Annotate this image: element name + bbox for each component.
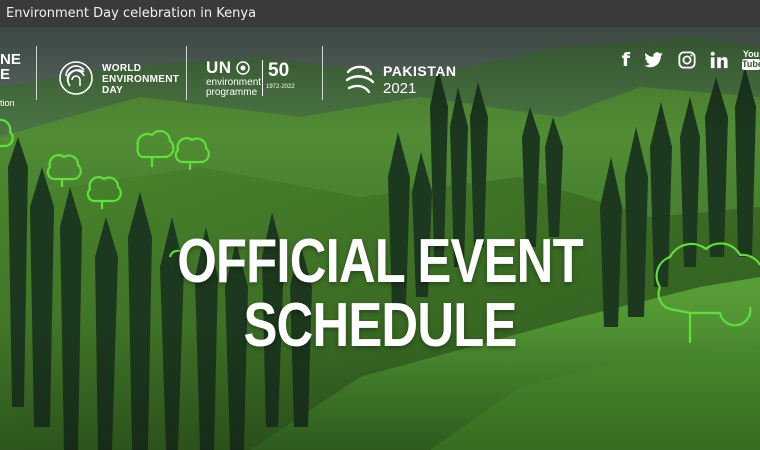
social-links: f You Tube	[622, 47, 760, 73]
headline-line1: OFFICIAL EVENT	[177, 227, 583, 296]
host-name: PAKISTAN	[383, 63, 457, 79]
partial-logo-line1: NE	[0, 51, 21, 68]
hero-banner: NE E tion WORLD ENVIRONMENT DAY UN envir…	[0, 27, 760, 450]
window-title: Environment Day celebration in Kenya	[0, 0, 760, 27]
partial-logo[interactable]: NE E tion	[0, 52, 21, 111]
instagram-icon[interactable]	[678, 51, 696, 69]
logo-divider	[36, 46, 37, 100]
unep-logo[interactable]: UN environment programme 50 1972-2022	[206, 58, 316, 108]
youtube-icon[interactable]: You Tube	[742, 50, 760, 70]
wed-line1: WORLD	[102, 63, 142, 74]
pakistan-host-logo[interactable]: PAKISTAN 2021	[343, 60, 463, 106]
unep-divider	[262, 60, 263, 96]
wed-line3: DAY	[102, 85, 124, 96]
headline-line2: SCHEDULE	[243, 291, 517, 360]
twitter-icon[interactable]	[644, 52, 664, 68]
host-year: 2021	[383, 80, 417, 97]
hero-headline: OFFICIAL EVENT SCHEDULE	[68, 230, 691, 358]
fingerprint-icon	[59, 61, 93, 95]
browser-window: Environment Day celebration in Kenya NE …	[0, 0, 760, 450]
world-environment-day-logo[interactable]: WORLD ENVIRONMENT DAY	[58, 60, 228, 104]
youtube-line2: Tube	[742, 59, 760, 70]
partial-logo-line3: tion	[0, 98, 15, 108]
unep-fifty: 50	[268, 60, 290, 81]
linkedin-icon[interactable]	[710, 51, 728, 69]
pakistan-swirl-icon	[345, 65, 375, 94]
unep-line2: programme	[206, 87, 258, 98]
wed-line2: ENVIRONMENT	[102, 74, 180, 85]
partial-logo-line2: E	[0, 66, 11, 83]
youtube-line1: You	[742, 49, 760, 59]
unep-un: UN	[206, 58, 232, 77]
logo-divider	[186, 46, 187, 100]
facebook-icon[interactable]: f	[622, 49, 630, 71]
logo-divider	[322, 46, 323, 100]
unep-years: 1972-2022	[266, 84, 295, 90]
un-emblem-icon	[236, 61, 250, 75]
